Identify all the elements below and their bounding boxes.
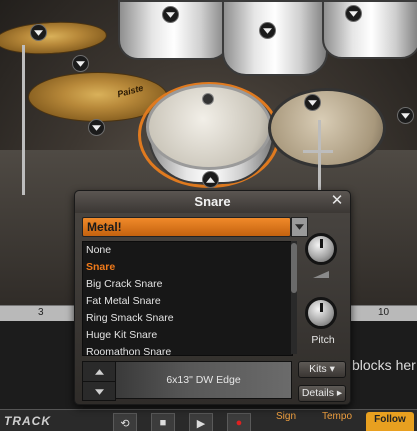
- tom-far-right-dropdown-icon[interactable]: [345, 5, 362, 22]
- volume-knob[interactable]: [305, 233, 337, 265]
- crash-cymbal[interactable]: [0, 19, 108, 57]
- crash-dropdown-icon[interactable]: [30, 24, 47, 41]
- pedal-stand-2: [303, 150, 333, 153]
- list-item[interactable]: Ring Smack Snare: [83, 310, 292, 327]
- snare-collapse-icon[interactable]: [202, 171, 219, 188]
- list-item[interactable]: Roomathon Snare: [83, 344, 292, 355]
- scrollbar-thumb[interactable]: [291, 243, 297, 293]
- pitch-label: Pitch: [311, 334, 335, 346]
- app-logo: TRACK: [4, 414, 51, 428]
- chevron-down-icon[interactable]: [291, 217, 308, 237]
- snare-badge: [202, 93, 214, 105]
- play-icon: ▶: [196, 417, 206, 430]
- loop-icon: ⟲: [120, 417, 130, 430]
- tom-drum-far-right[interactable]: [322, 0, 417, 59]
- floor-tom-head[interactable]: [268, 88, 386, 168]
- list-item[interactable]: None: [83, 242, 292, 259]
- preset-dropdown[interactable]: Metal!: [82, 217, 291, 237]
- transport-bar: TRACK ⟲ ■ ▶ ● Sign Tempo Follow: [0, 409, 417, 431]
- tom-drum-right[interactable]: [222, 0, 328, 76]
- volume-ramp-icon: [313, 271, 329, 278]
- list-item-selected[interactable]: Snare: [83, 259, 292, 276]
- tempo-label: Tempo: [322, 411, 353, 422]
- drum-kit-view: Paiste 3 10 blocks her TRACK ⟲ ■ ▶ ● Sig…: [0, 0, 417, 431]
- hihat-dropdown-icon[interactable]: [88, 119, 105, 136]
- pedal-stand: [318, 120, 321, 190]
- details-button[interactable]: Details ▸: [298, 385, 346, 402]
- details-label: Details: [301, 387, 334, 399]
- cymbal-dropdown-icon[interactable]: [72, 55, 89, 72]
- snare-panel: Snare ✕ Metal! None Snare Big Crack Snar…: [74, 190, 351, 405]
- ruler-number-3: 3: [38, 307, 44, 318]
- chevron-right-icon: ▸: [336, 387, 343, 399]
- cymbal-stand: [22, 45, 25, 195]
- play-button[interactable]: ▶: [189, 413, 213, 431]
- close-icon[interactable]: ✕: [330, 193, 344, 208]
- drop-blocks-hint: blocks her: [352, 357, 416, 373]
- follow-button[interactable]: Follow: [366, 412, 414, 431]
- sign-label: Sign: [276, 411, 297, 422]
- record-icon: ●: [235, 417, 243, 429]
- tom-left-dropdown-icon[interactable]: [162, 6, 179, 23]
- pitch-knob[interactable]: [305, 297, 337, 329]
- ruler-number-10: 10: [378, 307, 390, 318]
- list-item[interactable]: Huge Kit Snare: [83, 327, 292, 344]
- list-item[interactable]: Big Crack Snare: [83, 276, 292, 293]
- list-item[interactable]: Fat Metal Snare: [83, 293, 292, 310]
- chevron-down-icon: ▾: [329, 363, 335, 375]
- articulation-stepper[interactable]: [82, 361, 116, 401]
- stop-icon: ■: [159, 417, 167, 429]
- tom-right-dropdown-icon[interactable]: [259, 22, 276, 39]
- floor-tom-dropdown-icon[interactable]: [304, 94, 321, 111]
- stop-button[interactable]: ■: [151, 413, 175, 431]
- loop-button[interactable]: ⟲: [113, 413, 137, 431]
- sound-list[interactable]: None Snare Big Crack Snare Fat Metal Sna…: [82, 241, 293, 356]
- list-scrollbar[interactable]: [291, 241, 297, 354]
- articulation-display: 6x13" DW Edge: [115, 361, 292, 399]
- step-down-icon[interactable]: [83, 382, 115, 401]
- panel-title: Snare: [75, 191, 350, 213]
- step-up-icon[interactable]: [83, 362, 115, 382]
- kits-button[interactable]: Kits ▾: [298, 361, 346, 378]
- kits-label: Kits: [309, 363, 327, 375]
- record-button[interactable]: ●: [227, 413, 251, 431]
- right-dropdown-icon[interactable]: [397, 107, 414, 124]
